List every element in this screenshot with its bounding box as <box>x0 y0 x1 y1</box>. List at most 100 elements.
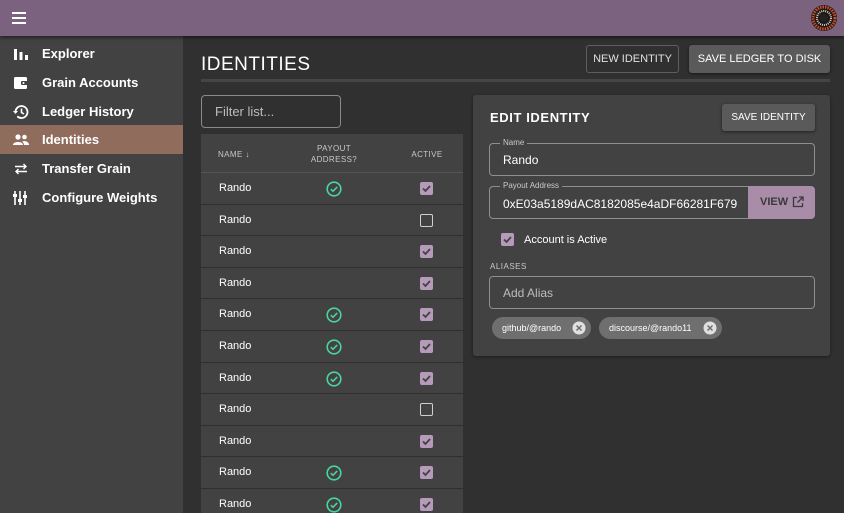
sidebar-item-identities[interactable]: Identities <box>0 125 183 154</box>
identities-table: NAME ↓ PAYOUT ADDRESS? ACTIVE Rando Rando… <box>201 134 463 513</box>
page-title: IDENTITIES <box>201 54 311 75</box>
active-checkbox[interactable] <box>420 466 433 480</box>
sidebar-item-configure-weights[interactable]: Configure Weights <box>0 183 183 212</box>
payout-address-label: Payout Address <box>500 181 563 191</box>
history-icon <box>13 105 29 119</box>
view-button-label: VIEW <box>760 196 789 208</box>
table-header: NAME ↓ PAYOUT ADDRESS? ACTIVE <box>201 134 463 173</box>
checkmark-icon <box>422 311 431 319</box>
tune-sliders-icon <box>13 191 27 205</box>
checkmark-icon <box>422 185 431 193</box>
alias-chip[interactable]: github/@rando <box>492 317 591 339</box>
alias-chip[interactable]: discourse/@rando11 <box>599 317 722 339</box>
sidebar-item-label: Explorer <box>42 46 95 61</box>
payout-address-field[interactable]: Payout Address 0xE03a5189dAC8182085e4aDF… <box>489 181 749 219</box>
identity-name-cell: Rando <box>219 434 252 447</box>
check-circle-icon <box>326 465 342 481</box>
bar-chart-icon <box>14 49 28 60</box>
checkmark-icon <box>503 236 512 244</box>
app-bar <box>0 0 844 36</box>
sidebar-item-label: Ledger History <box>42 104 134 119</box>
column-header-payout-line1: PAYOUT <box>316 144 352 153</box>
sidebar-item-grain-accounts[interactable]: Grain Accounts <box>0 68 183 97</box>
identity-name-cell: Rando <box>219 245 252 258</box>
check-circle-icon <box>326 339 342 355</box>
new-identity-button[interactable]: NEW IDENTITY <box>586 45 679 73</box>
sidebar-item-label: Configure Weights <box>42 190 158 205</box>
logo-icon <box>811 5 837 31</box>
identity-name-cell: Rando <box>219 213 252 226</box>
sidebar: Explorer Grain Accounts Ledger History I… <box>0 36 183 513</box>
active-checkbox[interactable] <box>420 213 433 227</box>
table-row[interactable]: Rando <box>201 457 463 489</box>
add-alias-input[interactable] <box>489 276 815 309</box>
alias-chip-label: discourse/@rando11 <box>609 323 692 333</box>
wallet-icon <box>14 77 28 89</box>
checkmark-icon <box>422 280 431 288</box>
table-row[interactable]: Rando <box>201 489 463 513</box>
open-in-new-icon <box>792 196 804 208</box>
identity-name-cell: Rando <box>219 182 252 194</box>
sidebar-item-label: Grain Accounts <box>42 75 139 90</box>
table-row[interactable]: Rando <box>201 394 463 426</box>
table-row[interactable]: Rando <box>201 299 463 331</box>
active-checkbox[interactable] <box>420 498 433 511</box>
sidebar-item-ledger-history[interactable]: Ledger History <box>0 97 183 126</box>
checkmark-icon <box>422 343 431 351</box>
account-active-label: Account is Active <box>524 234 608 246</box>
active-checkbox[interactable] <box>420 308 433 322</box>
remove-alias-icon[interactable] <box>572 321 586 335</box>
check-circle-icon <box>326 370 342 387</box>
account-active-checkbox[interactable] <box>501 233 514 246</box>
table-row[interactable]: Rando <box>201 173 463 205</box>
checkmark-icon <box>422 501 431 509</box>
payout-address-value: 0xE03a5189dAC8182085e4aDF66281F679 <box>503 197 738 211</box>
name-field-value: Rando <box>503 153 539 167</box>
identity-name-cell: Rando <box>219 340 252 352</box>
name-field[interactable]: Name Rando <box>489 138 815 176</box>
table-row[interactable]: Rando <box>201 331 463 363</box>
checkmark-icon <box>422 438 431 446</box>
save-identity-button[interactable]: SAVE IDENTITY <box>722 104 815 131</box>
check-circle-icon <box>326 307 342 323</box>
active-checkbox[interactable] <box>420 340 433 353</box>
sidebar-item-label: Transfer Grain <box>42 161 131 176</box>
remove-alias-icon[interactable] <box>703 321 717 335</box>
active-checkbox[interactable] <box>420 245 433 259</box>
table-row[interactable]: Rando <box>201 363 463 395</box>
check-circle-icon <box>326 181 342 197</box>
checkmark-icon <box>422 469 431 477</box>
column-header-name[interactable]: NAME ↓ <box>218 149 250 160</box>
identity-name-cell: Rando <box>219 371 252 384</box>
active-checkbox[interactable] <box>420 182 433 195</box>
name-field-label: Name <box>500 138 528 148</box>
save-ledger-button[interactable]: SAVE LEDGER TO DISK <box>689 45 830 73</box>
identity-name-cell: Rando <box>219 403 252 416</box>
filter-input[interactable] <box>201 95 341 128</box>
table-row[interactable]: Rando <box>201 268 463 300</box>
view-button[interactable]: VIEW <box>748 186 815 219</box>
table-row[interactable]: Rando <box>201 426 463 458</box>
active-checkbox[interactable] <box>420 403 433 417</box>
checkmark-icon <box>422 374 431 382</box>
column-header-active: ACTIVE <box>411 150 443 159</box>
aliases-label: ALIASES <box>490 262 527 271</box>
identity-name-cell: Rando <box>219 276 252 289</box>
identity-name-cell: Rando <box>219 308 252 321</box>
table-row[interactable]: Rando <box>201 236 463 268</box>
people-icon <box>13 134 29 145</box>
checkmark-icon <box>422 248 431 256</box>
edit-identity-title: EDIT IDENTITY <box>490 110 591 125</box>
sidebar-item-label: Identities <box>42 132 100 147</box>
active-checkbox[interactable] <box>420 434 433 448</box>
alias-chip-label: github/@rando <box>502 323 562 333</box>
sidebar-item-transfer-grain[interactable]: Transfer Grain <box>0 154 183 183</box>
identity-name-cell: Rando <box>219 498 252 510</box>
sidebar-item-explorer[interactable]: Explorer <box>0 39 183 68</box>
check-circle-icon <box>326 497 342 513</box>
active-checkbox[interactable] <box>420 371 433 385</box>
menu-icon[interactable] <box>12 11 28 25</box>
active-checkbox[interactable] <box>420 276 433 290</box>
title-divider <box>201 79 830 82</box>
table-row[interactable]: Rando <box>201 205 463 237</box>
